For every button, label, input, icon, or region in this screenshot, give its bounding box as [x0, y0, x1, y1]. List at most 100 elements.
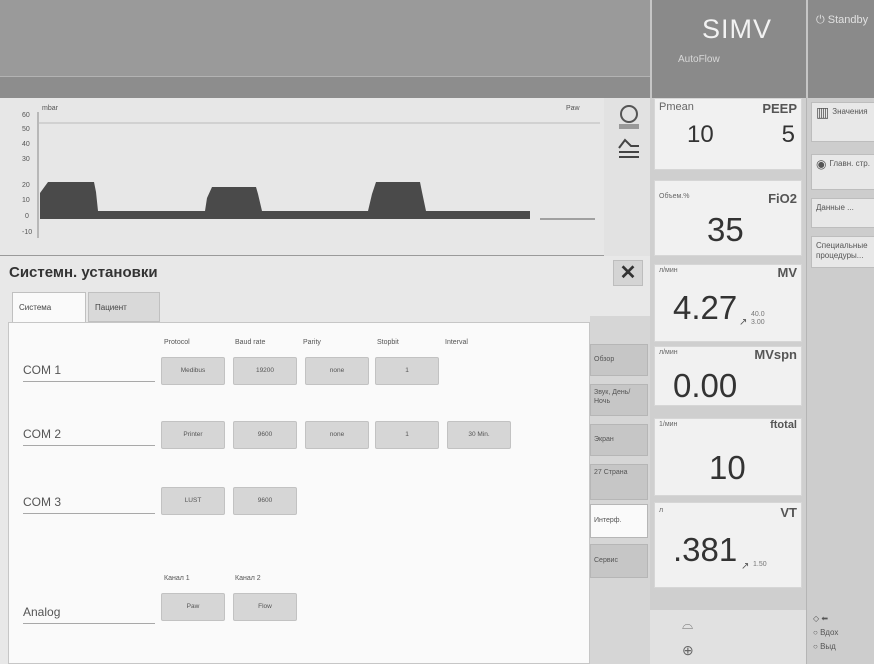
- pmean-label: Pmean: [659, 101, 694, 113]
- standby-label: Standby: [827, 14, 869, 26]
- exp-label: Выд: [820, 642, 836, 651]
- com1-stopbit-button[interactable]: 1: [375, 357, 439, 385]
- ventilation-mode-panel[interactable]: SIMV AutoFlow: [650, 0, 806, 98]
- col-stopbit: Stopbit: [377, 339, 399, 346]
- com2-stopbit-button[interactable]: 1: [375, 421, 439, 449]
- patient-icon: ⊕: [682, 642, 694, 658]
- analog-channel1-button[interactable]: Paw: [161, 593, 225, 621]
- standby-panel[interactable]: ⏻ Standby: [806, 0, 874, 98]
- mv-alarm-hi: 40.0: [751, 311, 765, 318]
- param-vt[interactable]: л VT .381 ↗ 1.50: [654, 502, 802, 588]
- pmean-value: 10: [687, 121, 714, 148]
- waveform-unit: mbar: [42, 105, 59, 112]
- mv-label: MV: [777, 265, 798, 280]
- mv-unit: л/мин: [659, 267, 678, 274]
- row-label-com3: COM 3: [23, 495, 155, 514]
- side-tabs: Обзор Звук, День/Ночь Экран 27 Страна Ин…: [590, 316, 650, 664]
- y-tick: 10: [22, 197, 30, 204]
- tab-interface[interactable]: Интерф.: [590, 504, 648, 538]
- y-tick: 50: [22, 126, 30, 133]
- vt-unit: л: [659, 507, 664, 514]
- main-page-button[interactable]: ◉ Главн. стр.: [811, 154, 874, 190]
- col-protocol: Protocol: [164, 339, 190, 346]
- dialog-title: Системн. установки: [9, 264, 158, 281]
- y-tick: 0: [25, 213, 29, 220]
- col-channel2: Канал 2: [235, 575, 261, 582]
- peep-label: PEEP: [762, 101, 797, 116]
- fio2-value: 35: [707, 211, 744, 248]
- vt-alarm: 1.50: [753, 561, 767, 568]
- eye-icon: ◉: [816, 157, 827, 171]
- data-button-label: Данные ...: [816, 203, 854, 212]
- bottom-right-legend: ◇ ⬅ ○ Вдох ○ Выд: [813, 612, 838, 654]
- values-button[interactable]: ▥ Значения: [811, 102, 874, 142]
- curve-settings-icon[interactable]: [617, 136, 641, 162]
- param-fio2[interactable]: Объем.% FiO2 35: [654, 180, 802, 256]
- tab-country[interactable]: 27 Страна: [590, 464, 648, 500]
- mv-value: 4.27: [673, 289, 738, 326]
- tab-screen[interactable]: Экран: [590, 424, 648, 456]
- row-label-com2: COM 2: [23, 427, 155, 446]
- fio2-unit: Объем.%: [659, 193, 690, 200]
- close-button[interactable]: ✕: [613, 260, 643, 286]
- param-mv[interactable]: л/мин MV 4.27 ↗ 40.0 3.00: [654, 264, 802, 342]
- data-button[interactable]: Данные ...: [811, 198, 874, 228]
- y-tick: 20: [22, 182, 30, 189]
- insp-indicator-icon: ○: [813, 628, 821, 637]
- col-baud-rate: Baud rate: [235, 339, 266, 346]
- y-tick: 30: [22, 156, 30, 163]
- ftotal-unit: 1/мин: [659, 421, 678, 428]
- right-menu: ▥ Значения ◉ Главн. стр. Данные ... Спец…: [806, 98, 874, 664]
- mv-alarm-lo: 3.00: [751, 319, 765, 326]
- mvspn-unit: л/мин: [659, 349, 678, 356]
- insp-label: Вдох: [820, 628, 839, 637]
- com3-baud-button[interactable]: 9600: [233, 487, 297, 515]
- vt-value: .381: [673, 531, 738, 568]
- tab-sound-day-night[interactable]: Звук, День/Ночь: [590, 384, 648, 416]
- tab-system[interactable]: Система: [12, 292, 86, 324]
- vt-label: VT: [780, 505, 797, 520]
- row-label-analog: Analog: [23, 605, 155, 624]
- exp-indicator-icon: ○: [813, 642, 821, 651]
- com2-baud-button[interactable]: 9600: [233, 421, 297, 449]
- freeze-icon[interactable]: [617, 104, 641, 130]
- param-mvspn[interactable]: л/мин MVspn 0.00: [654, 346, 802, 406]
- com2-protocol-button[interactable]: Printer: [161, 421, 225, 449]
- waveform-label: Paw: [566, 105, 581, 112]
- tab-overview[interactable]: Обзор: [590, 344, 648, 376]
- values-button-label: Значения: [832, 107, 868, 116]
- ventilation-mode: SIMV: [702, 14, 773, 44]
- special-procedures-button[interactable]: Специальные процедуры...: [811, 236, 874, 268]
- interface-settings-panel: Protocol Baud rate Parity Stopbit Interv…: [8, 322, 590, 664]
- row-label-com1: COM 1: [23, 363, 155, 382]
- param-ftotal[interactable]: 1/мин ftotal 10: [654, 418, 802, 496]
- ftotal-label: ftotal: [770, 419, 797, 431]
- ventilation-mode-sub: AutoFlow: [678, 54, 720, 65]
- standby-icon: ⏻: [816, 14, 828, 26]
- close-icon: ✕: [619, 262, 637, 284]
- com2-parity-button[interactable]: none: [305, 421, 369, 449]
- com1-protocol-button[interactable]: Medibus: [161, 357, 225, 385]
- com1-baud-button[interactable]: 19200: [233, 357, 297, 385]
- special-procedures-label: Специальные процедуры...: [816, 241, 868, 260]
- com2-interval-button[interactable]: 30 Min.: [447, 421, 511, 449]
- analog-channel2-button[interactable]: Flow: [233, 593, 297, 621]
- waveform-tools: [604, 98, 650, 256]
- param-pmean-peep[interactable]: Pmean PEEP 10 5: [654, 98, 802, 170]
- y-tick: 40: [22, 141, 30, 148]
- com1-parity-button[interactable]: none: [305, 357, 369, 385]
- col-parity: Parity: [303, 339, 321, 346]
- measured-values-panel: Pmean PEEP 10 5 Объем.% FiO2 35 л/мин MV…: [650, 98, 806, 664]
- pressure-curve: 60 50 40 30 20 10 0 -10 mbar Paw: [22, 105, 600, 238]
- tab-patient[interactable]: Пациент: [88, 292, 160, 322]
- y-tick: 60: [22, 112, 30, 119]
- col-channel1: Канал 1: [164, 575, 190, 582]
- mvspn-value: 0.00: [673, 367, 738, 404]
- system-settings-dialog: Системн. установки ✕ Система Пациент Pro…: [0, 256, 650, 664]
- trend-icon: ↗: [739, 317, 748, 328]
- com3-protocol-button[interactable]: LUST: [161, 487, 225, 515]
- tab-service[interactable]: Сервис: [590, 544, 648, 578]
- bars-icon: ▥: [816, 104, 830, 120]
- ftotal-value: 10: [709, 449, 746, 486]
- peep-value: 5: [781, 121, 795, 148]
